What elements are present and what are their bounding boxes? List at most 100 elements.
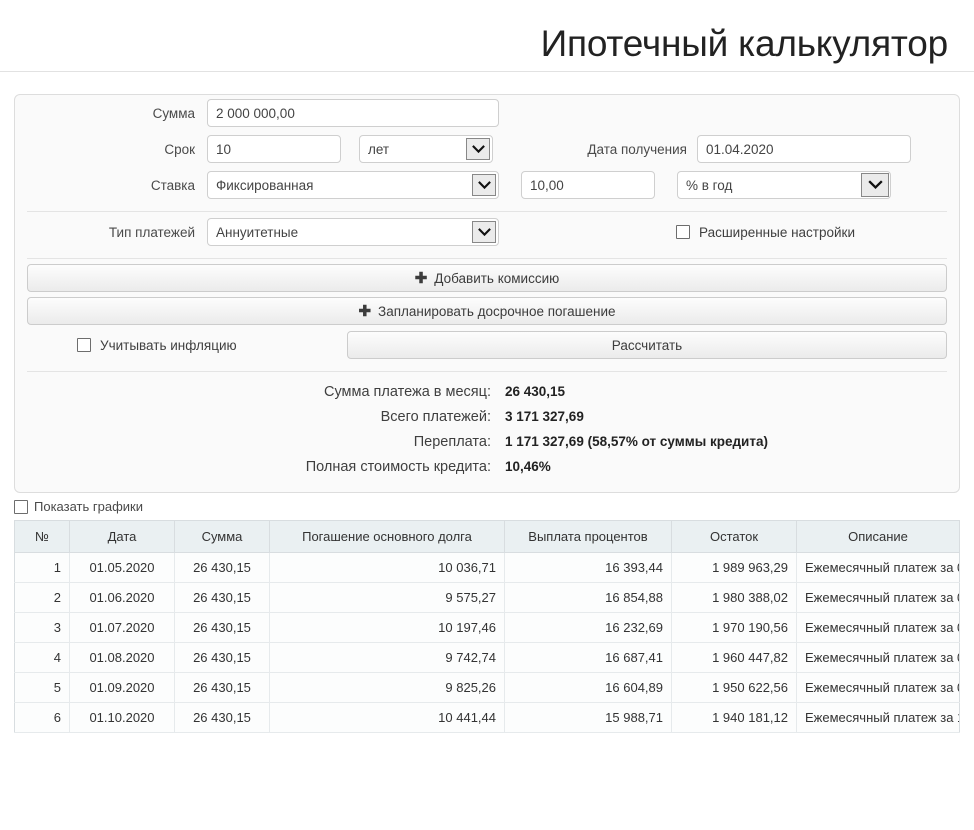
cell-number: 1 — [14, 552, 70, 583]
cell-date: 01.06.2020 — [69, 582, 175, 613]
result-label: Всего платежей: — [380, 409, 491, 425]
cell-number: 6 — [14, 702, 70, 733]
checkbox-box[interactable] — [77, 338, 91, 352]
plus-icon: ✚ — [414, 269, 428, 287]
payment-type-label: Тип платежей — [108, 224, 195, 240]
cell-date: 01.09.2020 — [69, 672, 175, 703]
rate-value-input[interactable] — [521, 171, 655, 199]
cell-date: 01.07.2020 — [69, 612, 175, 643]
cell-date: 01.05.2020 — [69, 552, 175, 583]
calculator-form-panel: Сумма Срок лет Дата получения Ставка Фик… — [14, 94, 960, 493]
term-input[interactable] — [207, 135, 341, 163]
rate-period-select[interactable]: % в год — [677, 171, 891, 199]
cell-date: 01.08.2020 — [69, 642, 175, 673]
page-title: Ипотечный калькулятор — [540, 23, 949, 64]
column-header-number: № — [14, 520, 70, 553]
payment-type-row: Тип платежей Аннуитетные Расширенные нас… — [15, 214, 959, 250]
amount-label: Сумма — [152, 105, 195, 121]
plan-early-repayment-label: Запланировать досрочное погашение — [378, 303, 616, 319]
cell-principal: 10 441,44 — [269, 702, 505, 733]
result-label: Сумма платежа в месяц: — [323, 384, 491, 400]
account-inflation-label: Учитывать инфляцию — [100, 337, 237, 353]
cell-balance: 1 980 388,02 — [671, 582, 797, 613]
cell-principal: 10 036,71 — [269, 552, 505, 583]
cell-balance: 1 960 447,82 — [671, 642, 797, 673]
cell-sum: 26 430,15 — [174, 582, 270, 613]
result-value: 3 171 327,69 — [505, 409, 584, 424]
result-value: 1 171 327,69 (58,57% от суммы кредита) — [505, 434, 768, 449]
form-divider — [27, 211, 947, 212]
page-header: Ипотечный калькулятор — [0, 0, 974, 72]
cell-balance: 1 989 963,29 — [671, 552, 797, 583]
cell-number: 2 — [14, 582, 70, 613]
result-row: Переплата: 1 171 327,69 (58,57% от суммы… — [15, 434, 959, 450]
column-header-balance: Остаток — [671, 520, 797, 553]
cell-date: 01.10.2020 — [69, 702, 175, 733]
result-row: Сумма платежа в месяц: 26 430,15 — [15, 384, 959, 400]
results-divider — [27, 371, 947, 372]
rate-row: Ставка Фиксированная % в год — [15, 167, 959, 203]
result-value: 10,46% — [505, 459, 551, 474]
table-row: 4 01.08.2020 26 430,15 9 742,74 16 687,4… — [14, 642, 960, 673]
result-row: Всего платежей: 3 171 327,69 — [15, 409, 959, 425]
payment-type-value: Аннуитетные — [216, 224, 299, 240]
show-charts-checkbox[interactable]: Показать графики — [0, 493, 974, 520]
cell-description: Ежемесячный платеж за 10/2020 — [796, 702, 960, 733]
table-row: 6 01.10.2020 26 430,15 10 441,44 15 988,… — [14, 702, 960, 733]
checkbox-box[interactable] — [676, 225, 691, 239]
results-block: Сумма платежа в месяц: 26 430,15 Всего п… — [15, 374, 959, 490]
plus-icon: ✚ — [358, 302, 372, 320]
chevron-down-icon — [472, 221, 496, 243]
show-charts-label: Показать графики — [34, 499, 143, 514]
cell-sum: 26 430,15 — [174, 552, 270, 583]
column-header-interest: Выплата процентов — [504, 520, 672, 553]
schedule-table-wrap: № Дата Сумма Погашение основного долга В… — [0, 520, 974, 733]
chevron-down-icon — [472, 174, 496, 196]
plan-early-repayment-button[interactable]: ✚ Запланировать досрочное погашение — [27, 297, 947, 325]
term-row: Срок лет Дата получения — [15, 131, 959, 167]
cell-sum: 26 430,15 — [174, 612, 270, 643]
cell-principal: 9 825,26 — [269, 672, 505, 703]
cell-number: 3 — [14, 612, 70, 643]
issue-date-input[interactable] — [697, 135, 911, 163]
cell-sum: 26 430,15 — [174, 672, 270, 703]
cell-description: Ежемесячный платеж за 09/2020 — [796, 672, 960, 703]
calculate-label: Рассчитать — [611, 337, 683, 353]
cell-interest: 16 604,89 — [504, 672, 672, 703]
cell-principal: 9 575,27 — [269, 582, 505, 613]
rate-type-select[interactable]: Фиксированная — [207, 171, 499, 199]
column-header-principal: Погашение основного долга — [269, 520, 505, 553]
calculate-row: Учитывать инфляцию Рассчитать — [15, 325, 959, 363]
cell-sum: 26 430,15 — [174, 702, 270, 733]
chevron-down-icon — [466, 138, 490, 160]
cell-interest: 16 232,69 — [504, 612, 672, 643]
result-row: Полная стоимость кредита: 10,46% — [15, 459, 959, 475]
column-header-date: Дата — [69, 520, 175, 553]
amount-input[interactable] — [207, 99, 499, 127]
term-label: Срок — [164, 141, 195, 157]
account-inflation-checkbox[interactable]: Учитывать инфляцию — [27, 338, 327, 353]
payment-type-select[interactable]: Аннуитетные — [207, 218, 499, 246]
advanced-settings-checkbox[interactable]: Расширенные настройки — [676, 225, 947, 240]
advanced-settings-label: Расширенные настройки — [699, 224, 855, 240]
cell-description: Ежемесячный платеж за 06/2020 — [796, 582, 960, 613]
cell-sum: 26 430,15 — [174, 642, 270, 673]
cell-interest: 15 988,71 — [504, 702, 672, 733]
cell-balance: 1 970 190,56 — [671, 612, 797, 643]
cell-interest: 16 393,44 — [504, 552, 672, 583]
cell-balance: 1 950 622,56 — [671, 672, 797, 703]
cell-balance: 1 940 181,12 — [671, 702, 797, 733]
term-unit-select[interactable]: лет — [359, 135, 493, 163]
result-value: 26 430,15 — [505, 384, 566, 399]
calculate-button[interactable]: Рассчитать — [347, 331, 947, 359]
checkbox-box[interactable] — [14, 499, 28, 514]
table-row: 5 01.09.2020 26 430,15 9 825,26 16 604,8… — [14, 672, 960, 703]
cell-number: 4 — [14, 642, 70, 673]
result-label: Переплата: — [413, 434, 491, 450]
table-row: 1 01.05.2020 26 430,15 10 036,71 16 393,… — [14, 552, 960, 583]
table-row: 3 01.07.2020 26 430,15 10 197,46 16 232,… — [14, 612, 960, 643]
rate-type-value: Фиксированная — [216, 177, 314, 193]
table-row: 2 01.06.2020 26 430,15 9 575,27 16 854,8… — [14, 582, 960, 613]
cell-interest: 16 854,88 — [504, 582, 672, 613]
add-commission-button[interactable]: ✚ Добавить комиссию — [27, 264, 947, 292]
